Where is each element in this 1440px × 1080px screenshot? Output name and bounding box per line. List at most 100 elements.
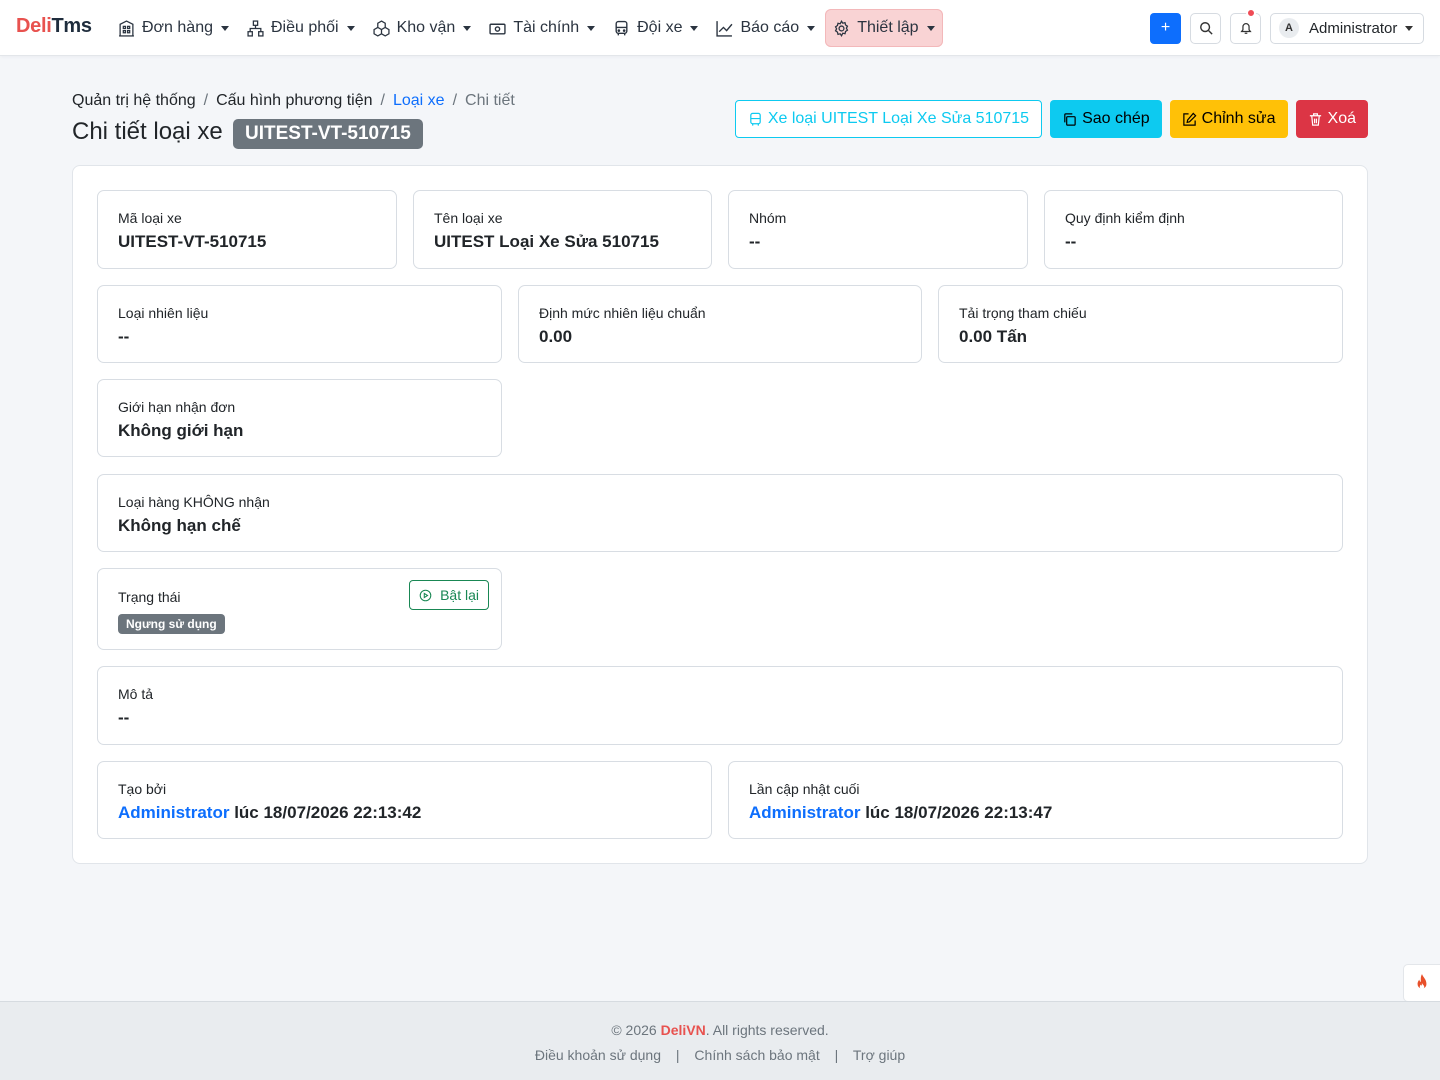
created-by-user-link[interactable]: Administrator <box>118 803 229 822</box>
brand-part2: Tms <box>51 15 92 37</box>
nav-right-tools: + A Administrator <box>1150 7 1424 44</box>
copy-button[interactable]: Sao chép <box>1050 100 1162 138</box>
gear-icon <box>834 19 849 37</box>
graph-icon <box>716 20 733 37</box>
brand-logo[interactable]: DeliTms <box>16 15 92 38</box>
edit-label: Chỉnh sửa <box>1201 110 1276 127</box>
nav-label-warehouse: Kho vận <box>396 19 456 36</box>
main-menu: Đơn hàng Điều phối Kho vận Tài chính Đội… <box>110 9 945 47</box>
fire-icon <box>1417 974 1427 990</box>
field-label: Quy định kiểm định <box>1065 210 1185 226</box>
copy-label: Sao chép <box>1082 110 1150 127</box>
field-name: Tên loại xe UITEST Loại Xe Sửa 510715 <box>413 190 712 269</box>
notification-dot <box>1246 7 1256 18</box>
footer-link-help[interactable]: Trợ giúp <box>853 1047 905 1063</box>
breadcrumb-item-vehicle-config[interactable]: Cấu hình phương tiện <box>216 92 372 110</box>
user-name: Administrator <box>1309 19 1398 37</box>
pencil-square-icon <box>1182 112 1197 126</box>
field-created-by: Tạo bởi Administrator lúc 18/07/2026 22:… <box>97 761 712 839</box>
brand-part1: Deli <box>16 15 52 37</box>
delete-button[interactable]: Xoá <box>1295 100 1368 138</box>
bus-icon <box>615 20 628 35</box>
field-label: Tạo bởi <box>118 781 167 797</box>
nav-label-reports: Báo cáo <box>740 19 800 36</box>
field-label: Trạng thái <box>118 589 181 605</box>
vehicles-of-type-button[interactable]: Xe loại UITEST Loại Xe Sửa 510715 <box>734 100 1043 138</box>
nav-item-finance[interactable]: Tài chính <box>481 9 603 47</box>
field-value: 0.00 Tấn <box>959 327 1028 346</box>
field-code: Mã loại xe UITEST-VT-510715 <box>97 190 397 269</box>
breadcrumb-separator: / <box>380 92 385 109</box>
field-value: Không hạn chế <box>118 516 241 535</box>
field-label: Nhóm <box>749 210 787 226</box>
field-value: UITEST Loại Xe Sửa 510715 <box>434 232 659 251</box>
field-fuel-type: Loại nhiên liệu -- <box>97 285 502 363</box>
breadcrumb-separator: / <box>203 92 209 109</box>
hierarchy-icon <box>247 19 264 37</box>
search-button[interactable] <box>1190 12 1221 44</box>
caret-down-icon <box>926 25 935 31</box>
user-menu-dropdown[interactable]: A Administrator <box>1270 12 1424 44</box>
reenable-label: Bật lại <box>440 587 479 603</box>
floating-debug-tab[interactable] <box>1403 964 1440 1002</box>
field-value: Không giới hạn <box>118 421 244 440</box>
nav-item-reports[interactable]: Báo cáo <box>708 9 823 47</box>
field-label: Định mức nhiên liệu chuẩn <box>539 305 706 321</box>
nav-item-settings[interactable]: Thiết lập <box>825 9 943 47</box>
footer-link-privacy[interactable]: Chính sách bảo mật <box>694 1047 819 1063</box>
detail-card: Mã loại xe UITEST-VT-510715 Tên loại xe … <box>72 165 1368 864</box>
field-value: Administrator lúc 18/07/2026 22:13:42 <box>118 803 421 823</box>
updated-by-user-link[interactable]: Administrator <box>749 803 860 822</box>
field-value: Administrator lúc 18/07/2026 22:13:47 <box>749 803 1052 823</box>
nav-item-warehouse[interactable]: Kho vận <box>365 9 480 47</box>
nav-item-orders[interactable]: Đơn hàng <box>110 9 237 47</box>
footer-separator: | <box>834 1047 839 1063</box>
field-label: Tên loại xe <box>434 210 503 226</box>
breadcrumb-separator: / <box>452 92 458 109</box>
plus-icon: + <box>1160 19 1171 36</box>
vehicles-of-type-label: Xe loại UITEST Loại Xe Sửa 510715 <box>767 110 1030 127</box>
field-updated-by: Lần cập nhật cuối Administrator lúc 18/0… <box>728 761 1343 839</box>
caret-down-icon <box>1405 25 1413 31</box>
nav-label-dispatch: Điều phối <box>270 19 339 36</box>
play-circle-icon <box>419 589 432 601</box>
field-label: Giới hạn nhận đơn <box>118 399 236 415</box>
field-order-limit: Giới hạn nhận đơn Không giới hạn <box>97 379 502 457</box>
code-badge: UITEST-VT-510715 <box>233 119 423 149</box>
trash-icon <box>1309 112 1321 126</box>
copy-icon <box>1064 112 1076 126</box>
breadcrumb-item-system[interactable]: Quản trị hệ thống <box>72 92 196 110</box>
reenable-button[interactable]: Bật lại <box>409 580 489 610</box>
field-excluded-goods: Loại hàng KHÔNG nhận Không hạn chế <box>97 474 1343 552</box>
boxes-icon <box>373 19 390 37</box>
edit-button[interactable]: Chỉnh sửa <box>1169 100 1288 138</box>
footer-separator: | <box>675 1047 680 1063</box>
updated-at-text: lúc 18/07/2026 22:13:47 <box>860 803 1053 822</box>
field-value: 0.00 <box>539 327 573 346</box>
footer-copyright: © 2026 DeliVN. All rights reserved. <box>0 1022 1440 1038</box>
caret-down-icon <box>463 25 472 31</box>
nav-item-fleet[interactable]: Đội xe <box>605 9 706 47</box>
field-fuel-norm: Định mức nhiên liệu chuẩn 0.00 <box>518 285 922 363</box>
nav-label-fleet: Đội xe <box>637 19 683 36</box>
footer-link-terms[interactable]: Điều khoản sử dụng <box>535 1047 661 1063</box>
copyright-prefix: © 2026 <box>611 1022 661 1038</box>
nav-item-dispatch[interactable]: Điều phối <box>239 9 363 47</box>
action-toolbar: Xe loại UITEST Loại Xe Sửa 510715 Sao ch… <box>727 100 1368 138</box>
delete-label: Xoá <box>1327 110 1356 127</box>
footer-brand[interactable]: DeliVN <box>661 1022 706 1038</box>
field-label: Lần cập nhật cuối <box>749 781 860 797</box>
field-label: Loại nhiên liệu <box>118 305 209 321</box>
quick-add-button[interactable]: + <box>1150 12 1181 44</box>
field-value: -- <box>1065 232 1077 251</box>
field-status: Trạng thái Ngưng sử dụng Bật lại <box>97 568 502 650</box>
cash-icon <box>489 23 506 35</box>
notifications-button[interactable] <box>1230 7 1261 44</box>
caret-down-icon <box>690 25 699 31</box>
field-value: UITEST-VT-510715 <box>118 232 267 251</box>
field-label: Tải trọng tham chiếu <box>959 305 1087 321</box>
breadcrumb: Quản trị hệ thống / Cấu hình phương tiện… <box>72 92 515 110</box>
breadcrumb-item-vehicle-types[interactable]: Loại xe <box>393 92 445 110</box>
nav-label-settings: Thiết lập <box>857 19 919 36</box>
field-payload: Tải trọng tham chiếu 0.00 Tấn <box>938 285 1343 363</box>
